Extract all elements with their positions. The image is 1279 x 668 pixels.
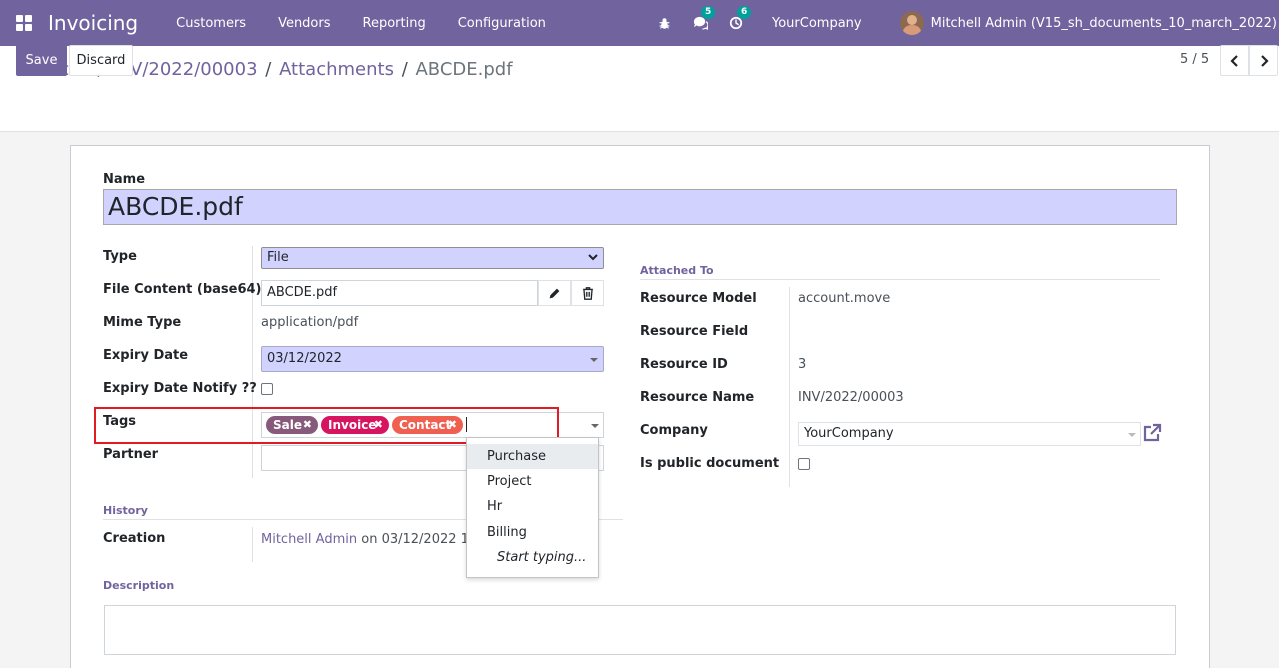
resource-model-value: account.move	[798, 291, 891, 306]
trash-icon	[582, 286, 593, 300]
dropdown-option-project[interactable]: Project	[467, 469, 598, 494]
menu-vendors[interactable]: Vendors	[262, 16, 346, 31]
type-label: Type	[103, 249, 137, 264]
save-button[interactable]: Save	[16, 45, 67, 76]
breadcrumb-current: ABCDE.pdf	[415, 59, 513, 80]
pager-previous-button[interactable]	[1220, 45, 1249, 76]
creation-label: Creation	[103, 531, 166, 546]
expiry-notify-label: Expiry Date Notify ??	[103, 381, 257, 396]
creation-value: Mitchell Admin on 03/12/2022 11:09	[261, 532, 498, 547]
resource-field-label: Resource Field	[640, 324, 749, 339]
apps-grid-icon[interactable]	[16, 15, 32, 31]
dropdown-hint: Start typing...	[497, 550, 587, 565]
resource-name-value: INV/2022/00003	[798, 390, 904, 405]
mime-type-value: application/pdf	[261, 315, 359, 330]
type-select-value: File	[267, 250, 289, 265]
edit-file-button[interactable]	[538, 280, 571, 306]
delete-file-button[interactable]	[571, 280, 604, 306]
attached-to-divider	[640, 279, 1160, 280]
menu-reporting[interactable]: Reporting	[347, 16, 442, 31]
company-select-value: YourCompany	[804, 426, 894, 441]
history-separator	[252, 527, 253, 562]
activities-badge: 6	[737, 6, 752, 19]
app-title[interactable]: Invoicing	[48, 11, 138, 35]
company-switcher[interactable]: YourCompany	[772, 16, 862, 31]
control-panel: Invoices / INV/2022/00003 / Attachments …	[0, 46, 1279, 132]
file-content-field[interactable]: ABCDE.pdf	[261, 280, 538, 306]
attached-separator	[789, 287, 790, 487]
external-link-icon[interactable]	[1142, 423, 1162, 443]
resource-model-label: Resource Model	[640, 291, 757, 306]
chevron-right-icon	[1260, 54, 1269, 67]
company-label: Company	[640, 423, 708, 438]
caret-down-icon	[591, 424, 599, 428]
attached-to-title: Attached To	[640, 264, 714, 277]
caret-down-icon	[1128, 433, 1136, 437]
pager-value: 5 / 5	[1180, 52, 1210, 67]
pencil-icon	[549, 288, 560, 298]
partner-label: Partner	[103, 447, 159, 462]
dropdown-option-billing[interactable]: Billing	[467, 520, 598, 545]
activities-clock-icon[interactable]: 6	[728, 6, 752, 31]
chevron-left-icon	[1229, 54, 1238, 67]
discard-button[interactable]: Discard	[69, 45, 133, 76]
expiry-date-input[interactable]: 03/12/2022	[261, 346, 604, 372]
resource-id-label: Resource ID	[640, 357, 728, 372]
company-select[interactable]: YourCompany	[798, 422, 1141, 446]
breadcrumb-invoice[interactable]: INV/2022/00003	[111, 59, 257, 80]
menu-configuration[interactable]: Configuration	[442, 16, 562, 31]
bug-icon[interactable]	[656, 15, 672, 31]
history-title: History	[103, 504, 148, 517]
file-content-label: File Content (base64)	[103, 282, 262, 297]
tags-autocomplete-dropdown: Purchase Project Hr Billing Start typing…	[466, 437, 599, 578]
name-input[interactable]: ABCDE.pdf	[103, 189, 1177, 225]
user-menu[interactable]: Mitchell Admin (V15_sh_documents_10_marc…	[931, 16, 1277, 31]
user-avatar[interactable]	[899, 11, 924, 35]
menu-customers[interactable]: Customers	[160, 16, 262, 31]
description-title: Description	[103, 579, 175, 592]
messages-icon[interactable]: 5	[692, 6, 716, 31]
type-select[interactable]: File	[261, 247, 604, 269]
dropdown-option-purchase[interactable]: Purchase	[467, 444, 598, 469]
dropdown-option-hr[interactable]: Hr	[467, 494, 598, 519]
name-label: Name	[103, 172, 146, 187]
breadcrumb-attachments[interactable]: Attachments	[279, 59, 394, 80]
pager-next-button[interactable]	[1249, 45, 1278, 76]
caret-down-icon	[590, 358, 598, 362]
chevron-down-icon	[588, 254, 598, 261]
description-input[interactable]	[104, 605, 1176, 655]
navbar-systray: 5 6 YourCompany Mitchell Admin (V15_sh_d…	[646, 0, 1279, 46]
top-navbar: Invoicing Customers Vendors Reporting Co…	[0, 0, 1279, 46]
public-document-label: Is public document	[640, 456, 780, 471]
expiry-notify-checkbox[interactable]	[261, 383, 273, 395]
expiry-date-label: Expiry Date	[103, 348, 189, 363]
creation-user-link[interactable]: Mitchell Admin	[261, 532, 357, 547]
resource-id-value: 3	[798, 357, 807, 372]
messages-badge: 5	[701, 6, 716, 19]
expiry-date-value: 03/12/2022	[267, 351, 342, 366]
mime-type-label: Mime Type	[103, 315, 182, 330]
public-document-checkbox[interactable]	[798, 458, 810, 470]
resource-name-label: Resource Name	[640, 390, 755, 405]
